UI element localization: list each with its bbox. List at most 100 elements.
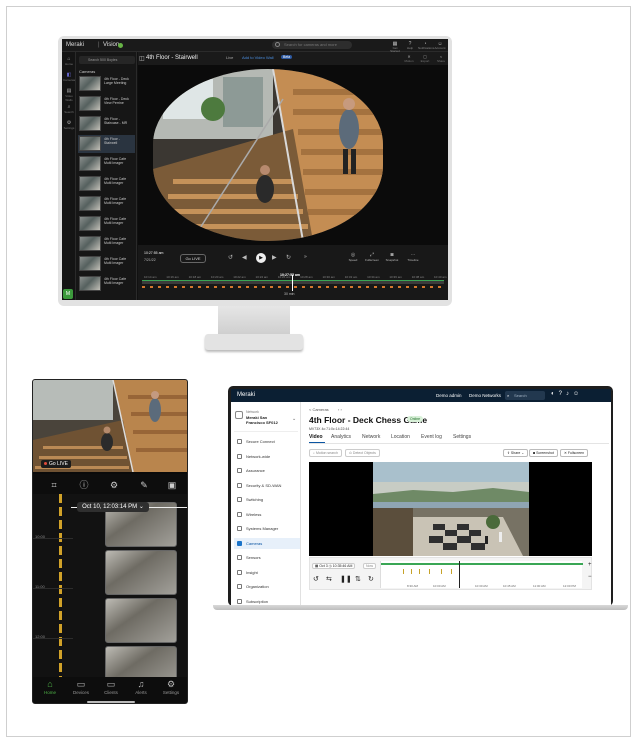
camera-list-item[interactable]: 4th Floor - Staircase - MR (78, 115, 135, 133)
network-selector[interactable]: Network Meraki San Francisco SF012 ⌄ (234, 408, 298, 432)
mobile-nav-home[interactable]: ⌂ Home (35, 679, 65, 695)
zoom-out-button[interactable]: − (588, 572, 593, 582)
mobile-timeline[interactable]: 10:00 11:00 12:00 (33, 494, 187, 691)
camera-list-item[interactable]: 4th Floor Cafe Multi Imager (78, 215, 135, 233)
camera-list-item[interactable]: 4th Floor - Deck View Perrine (78, 95, 135, 113)
meraki-badge[interactable]: M (63, 289, 73, 299)
sidebar-item-insight[interactable]: Insight (234, 567, 300, 578)
sidebar-item-systems-manager[interactable]: Systems Manager (234, 523, 300, 534)
timeline-thumbnail[interactable] (105, 598, 177, 643)
trash-icon[interactable]: ▣ (165, 478, 179, 492)
bell-icon[interactable]: ♪ (566, 391, 573, 397)
video-player[interactable] (309, 462, 592, 556)
sidebar-item-cameras[interactable]: Cameras (234, 537, 300, 549)
nav-video-walls[interactable]: ▤ Video Walls (63, 88, 75, 102)
share-button[interactable]: ⇪ Share ⌄ (503, 449, 529, 457)
panel-toggle-icon[interactable]: ◫ (139, 55, 145, 62)
stairwell-fisheye-video[interactable] (153, 69, 383, 241)
add-to-video-wall-button[interactable]: Add to Video Wall (242, 55, 274, 60)
camera-list-item[interactable]: 4th Floor - Stairwell (78, 135, 135, 153)
crop-icon[interactable]: ⌗ (47, 478, 61, 492)
fullscreen-button[interactable]: ⤢ Fullscreen (364, 252, 380, 262)
sidebar-item-assurance[interactable]: Assurance (234, 465, 300, 476)
sidebar-item-switching[interactable]: Switching (234, 494, 300, 505)
motion-button[interactable]: ✕ Motion (402, 54, 416, 63)
timeline-track[interactable] (142, 281, 444, 284)
camera-list-item[interactable]: 4th Floor Cafe Multi Imager (78, 175, 135, 193)
org-selector[interactable]: Demo Networks (469, 393, 501, 398)
zoom-in-button[interactable]: + (588, 560, 593, 570)
snapshot-button[interactable]: ◙ Snapshot (384, 252, 400, 262)
tab-location[interactable]: Location (391, 434, 412, 443)
sidebar-item-secure-connect[interactable]: Secure Connect (234, 436, 300, 447)
play-button[interactable]: ▶ (256, 253, 266, 263)
timeline-playhead[interactable] (292, 275, 293, 291)
rewind-icon[interactable]: ↺ (313, 575, 319, 583)
mobile-date-picker[interactable]: Oct 10, 12:03:14 PM ⌄ (77, 502, 149, 512)
tab-settings[interactable]: Settings (453, 434, 473, 443)
info-icon[interactable]: ⓘ (77, 478, 91, 492)
nav-home[interactable]: ⌂ Home (63, 56, 75, 66)
zoom-level[interactable]: 30 min (284, 292, 295, 296)
screenshot-button[interactable]: ◙ Screenshot (529, 449, 558, 457)
account-button[interactable]: ☺ Account (433, 41, 447, 50)
dashboard-search-input[interactable]: ⌕ Search (505, 391, 545, 400)
timeline-button[interactable]: ⋯ Timeline (404, 252, 422, 262)
nav-search[interactable]: ⌕ Search (63, 104, 75, 114)
sidebar-item-security-sd-wan[interactable]: Security & SD-WAN (234, 480, 300, 491)
nav-settings[interactable]: ⚙ Settings (63, 120, 75, 130)
camera-list-item[interactable]: 4th Floor Cafe Multi Imager (78, 255, 135, 273)
motion-search-button[interactable]: ⌕ Motion search (309, 449, 342, 457)
sidebar-item-network-wide[interactable]: Network-wide (234, 451, 300, 462)
date-time-picker[interactable]: ▦ Oct 3 ◷ 10:35:46 AM (312, 563, 356, 569)
nav-arrows[interactable]: ‹ › (338, 407, 342, 412)
tab-network[interactable]: Network (362, 434, 382, 443)
detect-objects-button[interactable]: ⊙ Detect Objects (345, 449, 380, 457)
next-frame-icon[interactable]: ▶ (272, 254, 277, 261)
camera-list-item[interactable]: 4th Floor Cafe Multi Imager (78, 235, 135, 253)
mobile-camera-video[interactable] (33, 380, 187, 472)
camera-list-item[interactable]: 4th Floor Cafe Multi Imager (78, 195, 135, 213)
sidebar-item-organization[interactable]: Organization (234, 581, 300, 592)
share-button[interactable]: < Share (434, 54, 448, 63)
now-button[interactable]: Now (363, 563, 377, 569)
mobile-nav-clients[interactable]: ▭ Clients (96, 679, 126, 695)
user-icon[interactable]: ☺ (573, 391, 583, 397)
tab-video[interactable]: Video (309, 434, 325, 443)
pause-icon[interactable]: ❚❚ (340, 575, 352, 583)
help-button[interactable]: ? Help (403, 41, 417, 50)
timeline-thumbnail[interactable] (105, 550, 177, 595)
camera-list-item[interactable]: 4th Floor Cafe Multi Imager (78, 155, 135, 173)
mobile-go-live-button[interactable]: Go LIVE (41, 460, 71, 468)
sidebar-item-subscription[interactable]: Subscription (234, 596, 300, 606)
export-button[interactable]: ▢ Export (418, 54, 432, 63)
speed-button[interactable]: ◎ Speed (346, 252, 360, 262)
skip-back-icon[interactable]: ↺ (228, 254, 233, 261)
fullscreen-button[interactable]: ✕ Fullscreen (560, 449, 589, 457)
mobile-nav-settings[interactable]: ⚙ Settings (156, 679, 186, 695)
wrench-icon[interactable]: ✎ (137, 478, 151, 492)
step-forward-icon[interactable]: ⇅ (355, 575, 361, 583)
settings-icon[interactable]: ⚙ (107, 478, 121, 492)
camera-list-item[interactable]: 4th Floor - Deck Large Meeting (78, 75, 135, 93)
tab-analytics[interactable]: Analytics (331, 434, 353, 443)
tab-event-log[interactable]: Event log (421, 434, 444, 443)
sidebar-item-wireless[interactable]: Wireless (234, 509, 300, 520)
breadcrumb[interactable]: < Cameras (309, 407, 329, 412)
notifications-button[interactable]: ◔ Notifications (418, 41, 434, 50)
step-back-icon[interactable]: ⇆ (326, 575, 332, 583)
timeline-track[interactable]: 8:30 AM 10:00 AM 10:30 AM 10:45 AM 11:00 AM 1… (380, 561, 583, 588)
mobile-nav-alerts[interactable]: ♫ Alerts (126, 679, 156, 695)
skip-forward-icon[interactable]: ↻ (286, 254, 291, 261)
user-menu[interactable]: Demo admin (436, 393, 462, 398)
mobile-nav-devices[interactable]: ▭ Devices (66, 679, 96, 695)
help-icon[interactable]: ? (559, 391, 566, 397)
camera-list-item[interactable]: 4th Floor Cafe Multi Imager (78, 275, 135, 293)
forward-icon[interactable]: ↻ (368, 575, 374, 583)
nav-cameras[interactable]: ◧ Cameras (63, 72, 75, 82)
camera-search-input[interactable]: Search 500 Boyles (79, 56, 135, 64)
go-live-button[interactable]: Go LIVE (180, 254, 206, 263)
global-search-input[interactable]: Search for cameras and more (272, 41, 352, 49)
refresh-icon[interactable]: ◐ (551, 391, 559, 397)
sidebar-item-sensors[interactable]: Sensors (234, 552, 300, 563)
